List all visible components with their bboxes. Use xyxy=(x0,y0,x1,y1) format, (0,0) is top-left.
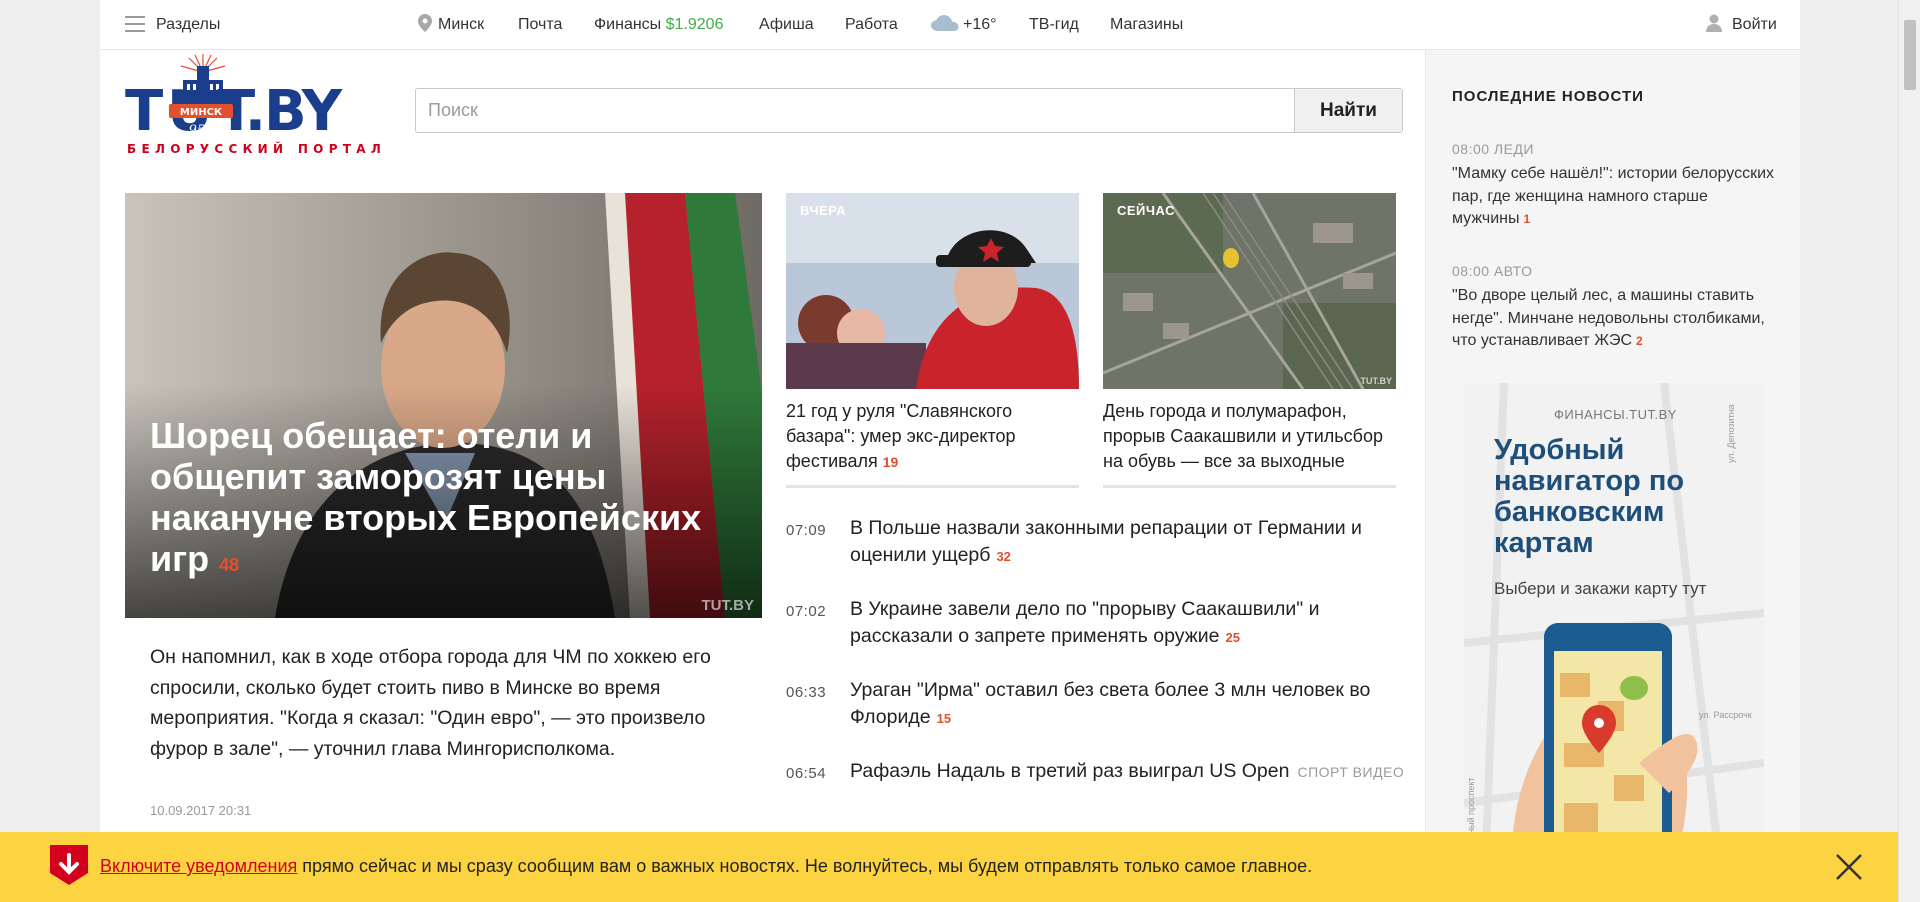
news-comment-count[interactable]: 25 xyxy=(1225,630,1239,645)
city-label: Минск xyxy=(438,16,485,33)
hero-date: 10.09.2017 20:31 xyxy=(150,803,252,818)
card-headline[interactable]: 21 год у руля "Славянского базара": умер… xyxy=(786,399,1079,475)
card-photo-aerial-city: СЕЙЧАС TUT.BY xyxy=(1103,193,1396,389)
svg-text:T: T xyxy=(125,79,163,144)
weather-widget[interactable]: +16° xyxy=(931,0,997,50)
svg-text:T.BY: T.BY xyxy=(217,79,344,144)
afisha-link[interactable]: Афиша xyxy=(759,0,814,50)
ad-street-label: ул. Рассрочк xyxy=(1699,710,1752,720)
news-list-item[interactable]: 07:09 В Польше назвали законными репарац… xyxy=(786,515,1406,570)
location-pin-icon xyxy=(418,14,432,33)
page: Разделы Минск Почта Финансы $1.9206 Афиш… xyxy=(100,0,1800,902)
scrollbar-thumb[interactable] xyxy=(1904,20,1916,90)
sidebar-news-headline-text: "Мамку себе нашёл!": истории белорусских… xyxy=(1452,165,1775,227)
search-input[interactable] xyxy=(416,89,1296,132)
sidebar-news-headline[interactable]: "Мамку себе нашёл!": истории белорусских… xyxy=(1452,163,1782,231)
news-card[interactable]: СЕЙЧАС TUT.BY День города и полумарафон,… xyxy=(1103,193,1396,488)
news-headline[interactable]: Ураган "Ирма" оставил без света более 3 … xyxy=(850,679,1370,728)
sidebar-news-item[interactable]: 08:00 АВТО "Во дворе целый лес, а машины… xyxy=(1452,263,1782,353)
site-logo[interactable]: T T.BY U МИНСК 950 БЕЛОРУССКИЙ ПОРТАЛ xyxy=(125,52,395,162)
news-list-item[interactable]: 06:33 Ураган "Ирма" оставил без света бо… xyxy=(786,677,1406,732)
news-time: 06:33 xyxy=(786,684,827,701)
user-icon xyxy=(1706,14,1722,32)
temperature-value: +16° xyxy=(963,16,997,33)
search-bar: Найти xyxy=(415,88,1403,133)
hamburger-menu-icon[interactable] xyxy=(125,16,145,32)
login-label: Войти xyxy=(1732,16,1777,33)
hero-lead-paragraph: Он напомнил, как в ходе отбора города дл… xyxy=(150,646,711,760)
top-navigation-bar: Разделы Минск Почта Финансы $1.9206 Афиш… xyxy=(100,0,1800,50)
news-comment-count[interactable]: 32 xyxy=(996,549,1010,564)
hero-story[interactable]: Шорец обещает: отели и общепит заморозят… xyxy=(125,193,762,618)
card-headline[interactable]: День города и полумарафон, прорыв Саакаш… xyxy=(1103,399,1396,474)
news-headline[interactable]: В Украине завели дело по "прорыву Саакаш… xyxy=(850,598,1319,647)
sections-menu-link[interactable]: Разделы xyxy=(156,0,220,50)
ad-source-label: ФИНАНСЫ.TUT.BY xyxy=(1554,407,1677,422)
tv-guide-link[interactable]: ТВ-гид xyxy=(1029,0,1079,50)
card-divider xyxy=(786,485,1079,488)
news-headline[interactable]: Рафаэль Надаль в третий раз выиграл US O… xyxy=(850,760,1289,782)
logo-anniversary-number: 950 xyxy=(189,123,214,138)
card-headline-text: День города и полумарафон, прорыв Саакаш… xyxy=(1103,401,1383,471)
ad-headline: Удобный навигатор по банковским картам xyxy=(1494,434,1685,559)
search-button[interactable]: Найти xyxy=(1294,89,1402,132)
close-icon[interactable] xyxy=(1832,850,1866,884)
sidebar-news-meta: 08:00 ЛЕДИ xyxy=(1452,141,1534,157)
city-selector[interactable]: Минск xyxy=(418,0,484,50)
sidebar-comment-count[interactable]: 1 xyxy=(1524,212,1531,226)
news-time: 07:02 xyxy=(786,603,827,620)
mail-link[interactable]: Почта xyxy=(518,0,562,50)
usd-rate-value: $1.9206 xyxy=(665,16,724,33)
sidebar-news-headline[interactable]: "Во дворе целый лес, а машины ставить не… xyxy=(1452,285,1782,353)
notification-message: прямо сейчас и мы сразу сообщим вам о ва… xyxy=(297,856,1313,876)
card-divider xyxy=(1103,485,1396,488)
push-notification-banner: Включите уведомления прямо сейчас и мы с… xyxy=(0,832,1898,902)
hero-comment-count[interactable]: 48 xyxy=(219,555,239,575)
finance-label: Финансы xyxy=(594,16,662,33)
news-list-item[interactable]: 06:54 Рафаэль Надаль в третий раз выигра… xyxy=(786,758,1406,786)
news-list: 07:09 В Польше назвали законными репарац… xyxy=(786,515,1406,812)
sidebar-latest-news: ПОСЛЕДНИЕ НОВОСТИ 08:00 ЛЕДИ "Мамку себе… xyxy=(1425,50,1800,902)
card-headline-text: 21 год у руля "Славянского базара": умер… xyxy=(786,401,1016,471)
sidebar-news-meta: 08:00 АВТО xyxy=(1452,263,1533,279)
news-list-item[interactable]: 07:02 В Украине завели дело по "прорыву … xyxy=(786,596,1406,651)
hero-headline[interactable]: Шорец обещает: отели и общепит заморозят… xyxy=(150,415,710,586)
login-button[interactable]: Войти xyxy=(1706,0,1777,50)
news-time: 07:09 xyxy=(786,522,827,539)
shops-link[interactable]: Магазины xyxy=(1110,0,1183,50)
news-comment-count[interactable]: 15 xyxy=(937,711,951,726)
sidebar-comment-count[interactable]: 2 xyxy=(1636,334,1643,348)
card-photo-festival: ВЧЕРА xyxy=(786,193,1079,389)
sidebar-news-headline-text: "Во дворе целый лес, а машины ставить не… xyxy=(1452,287,1765,349)
card-time-label: СЕЙЧАС xyxy=(1117,203,1175,218)
logo-city-badge: МИНСК xyxy=(180,107,223,118)
ad-subline: Выбери и закажи карту тут xyxy=(1494,579,1707,598)
news-card[interactable]: ВЧЕРА 21 год у руля "Славянского базара"… xyxy=(786,193,1079,488)
photo-watermark: TUT.BY xyxy=(701,597,755,614)
logo-tagline: БЕЛОРУССКИЙ ПОРТАЛ xyxy=(127,141,386,156)
news-time: 06:54 xyxy=(786,765,827,782)
card-comment-count[interactable]: 19 xyxy=(883,454,899,470)
page-scrollbar[interactable] xyxy=(1898,0,1920,902)
tutby-logo-graphic: T T.BY U МИНСК 950 БЕЛОРУССКИЙ ПОРТАЛ xyxy=(125,54,386,156)
card-time-label: ВЧЕРА xyxy=(800,203,847,218)
finance-link[interactable]: Финансы $1.9206 xyxy=(594,0,723,50)
cloud-icon xyxy=(931,14,959,31)
enable-notifications-link[interactable]: Включите уведомления xyxy=(100,856,297,876)
photo-watermark: TUT.BY xyxy=(1360,376,1393,386)
notification-shield-icon xyxy=(50,845,88,885)
notification-text: Включите уведомления прямо сейчас и мы с… xyxy=(100,832,1312,902)
finance-ad-banner[interactable]: ФИНАНСЫ.TUT.BY Удобный навигатор по банк… xyxy=(1464,383,1764,902)
ad-street-label: ул. Депозитна xyxy=(1726,404,1736,463)
sidebar-title: ПОСЛЕДНИЕ НОВОСТИ xyxy=(1452,88,1644,105)
news-headline[interactable]: В Польше назвали законными репарации от … xyxy=(850,517,1362,566)
sidebar-news-item[interactable]: 08:00 ЛЕДИ "Мамку себе нашёл!": истории … xyxy=(1452,141,1782,231)
jobs-link[interactable]: Работа xyxy=(845,0,898,50)
news-category-tags[interactable]: СПОРТ ВИДЕО xyxy=(1297,764,1404,780)
